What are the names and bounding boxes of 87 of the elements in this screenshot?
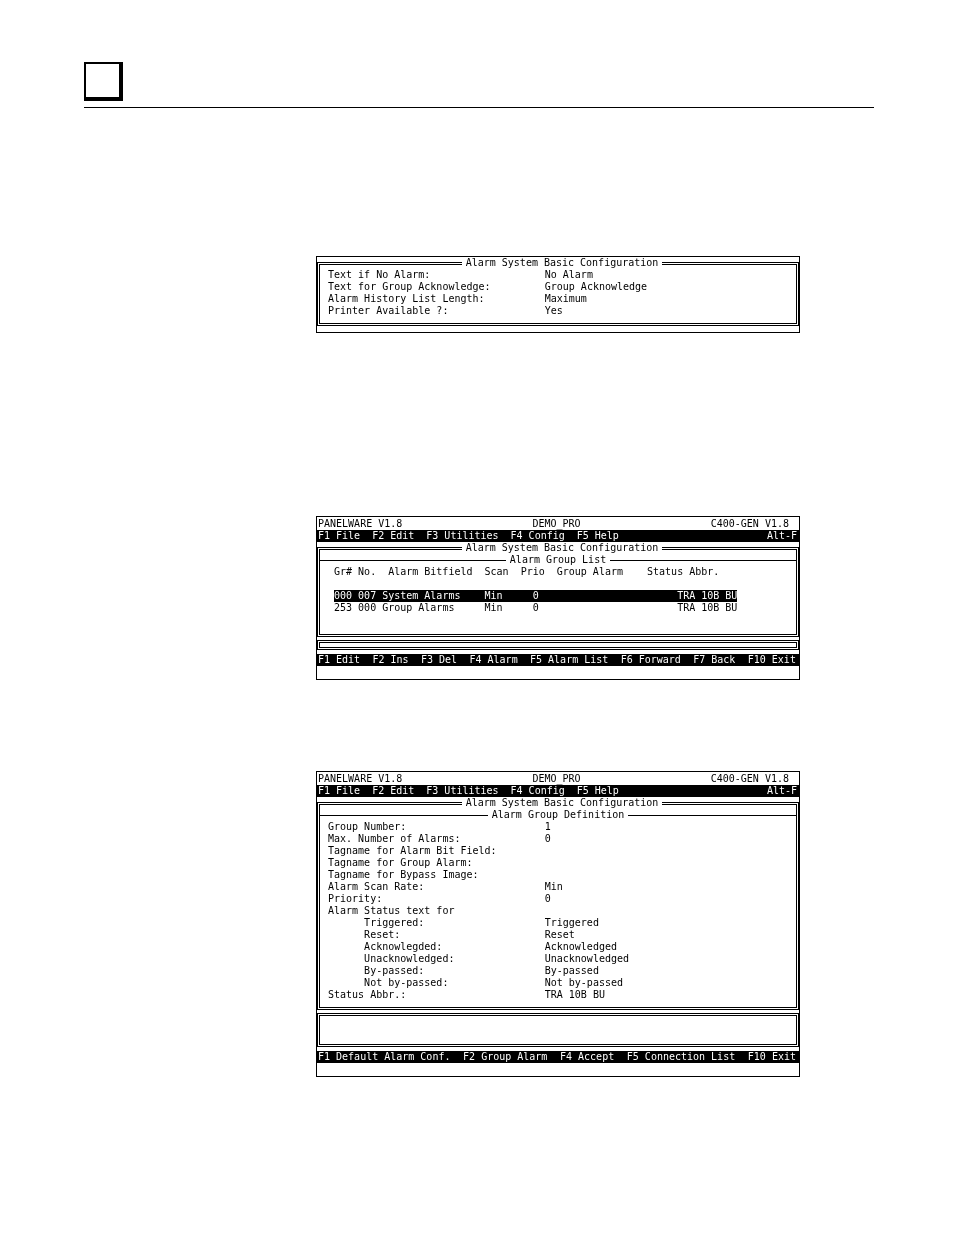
project-name: DEMO_PRO bbox=[532, 517, 581, 530]
table-cell-text: 000 007 System Alarms bbox=[334, 590, 462, 602]
field-value[interactable]: No Alarm bbox=[544, 269, 796, 281]
field-label: Max. Number of Alarms: bbox=[328, 833, 462, 845]
table-cell-text: 253 000 Group Alarms bbox=[334, 602, 456, 614]
field-value[interactable]: Group Acknowledge bbox=[544, 281, 796, 293]
menu-shortcut: Alt-F bbox=[766, 785, 797, 797]
menu-item[interactable]: F4 Config bbox=[510, 530, 565, 542]
column-header: Group Alarm bbox=[556, 566, 624, 578]
function-key[interactable]: F1 Default Alarm Conf. bbox=[318, 1051, 451, 1063]
app-title: PANELWARE V1.8 bbox=[318, 772, 403, 785]
table-cell: TRA 10B BU bbox=[677, 590, 738, 602]
function-key[interactable]: F4 Alarm bbox=[469, 654, 518, 666]
function-key[interactable]: F1 Edit bbox=[318, 654, 361, 666]
menu-item[interactable]: F3 Utilities bbox=[426, 785, 499, 797]
function-key[interactable]: F4 Accept bbox=[560, 1051, 615, 1063]
field-value[interactable]: Unacknowledged bbox=[544, 953, 796, 965]
dialog-title: Alarm System Basic Configuration bbox=[464, 257, 660, 269]
field-label: Priority: bbox=[328, 893, 384, 905]
menu-item[interactable]: F5 Help bbox=[576, 785, 619, 797]
table-cell: TRA 10B BU bbox=[677, 602, 738, 614]
field-label: Unacknowledged: bbox=[364, 953, 456, 965]
project-name: DEMO_PRO bbox=[532, 772, 581, 785]
function-key[interactable]: F3 Del bbox=[421, 654, 458, 666]
field-label: Acknowlegded: bbox=[364, 941, 444, 953]
dialog-title: Alarm System Basic Configuration bbox=[464, 797, 660, 809]
field-label: Alarm Status text for bbox=[328, 905, 456, 917]
column-header: Scan bbox=[484, 566, 510, 578]
field-value[interactable]: Maximum bbox=[544, 293, 796, 305]
column-header: Gr# No. bbox=[334, 566, 378, 578]
field-value[interactable]: Not by-passed bbox=[544, 977, 796, 989]
column-header: Status Abbr. bbox=[647, 566, 721, 578]
field-value[interactable]: Triggered bbox=[544, 917, 796, 929]
function-key[interactable]: F6 Forward bbox=[620, 654, 681, 666]
table-cell-text: Min bbox=[484, 602, 504, 614]
field-value[interactable]: By-passed bbox=[544, 965, 796, 977]
field-value[interactable]: 0 bbox=[544, 893, 796, 905]
column-header: Prio bbox=[520, 566, 546, 578]
table-cell-text: 0 bbox=[532, 602, 540, 614]
table-row[interactable]: 253 000 Group Alarms Min 0 TRA 10B BU bbox=[334, 602, 738, 614]
field-label: By-passed: bbox=[364, 965, 426, 977]
field-label: Tagname for Bypass Image: bbox=[328, 869, 480, 881]
column-header: Alarm Bitfield bbox=[388, 566, 474, 578]
menu-item[interactable]: F1 File bbox=[318, 530, 361, 542]
field-value[interactable]: Yes bbox=[544, 305, 796, 317]
function-key[interactable]: F2 Ins bbox=[372, 654, 409, 666]
table-cell-text: Min bbox=[484, 590, 504, 602]
menu-shortcut: Alt-F bbox=[766, 530, 797, 542]
field-value[interactable]: 0 bbox=[544, 833, 796, 845]
field-label: Status Abbr.: bbox=[328, 989, 408, 1001]
field-value[interactable]: Reset bbox=[544, 929, 796, 941]
field-value[interactable]: 1 bbox=[544, 821, 796, 833]
table-cell-text: 0 bbox=[532, 590, 540, 602]
function-key[interactable]: F10 Exit bbox=[747, 654, 796, 666]
menu-item[interactable]: F2 Edit bbox=[372, 530, 415, 542]
function-key[interactable]: F5 Connection List bbox=[626, 1051, 736, 1063]
field-label: Tagname for Group Alarm: bbox=[328, 857, 474, 869]
section-title: Alarm Group Definition bbox=[491, 809, 625, 821]
field-value[interactable]: Min bbox=[544, 881, 796, 893]
menu-item[interactable]: F3 Utilities bbox=[426, 530, 499, 542]
field-label: Not by-passed: bbox=[364, 977, 450, 989]
version-label: C400-GEN V1.8 bbox=[710, 772, 789, 785]
field-label: Text for Group Acknowledge: bbox=[328, 281, 492, 293]
field-label: Group Number: bbox=[328, 821, 408, 833]
table-row[interactable]: 000 007 System Alarms Min 0 TRA 10B BU bbox=[334, 590, 738, 602]
field-label: Reset: bbox=[364, 929, 402, 941]
field-value[interactable]: Acknowledged bbox=[544, 941, 796, 953]
field-label: Printer Available ?: bbox=[328, 305, 450, 317]
menu-item[interactable]: F2 Edit bbox=[372, 785, 415, 797]
menu-item[interactable]: F5 Help bbox=[576, 530, 619, 542]
field-label: Tagname for Alarm Bit Field: bbox=[328, 845, 498, 857]
section-title: Alarm Group List bbox=[509, 554, 607, 566]
function-key[interactable]: F7 Back bbox=[693, 654, 736, 666]
function-key[interactable]: F2 Group Alarm bbox=[463, 1051, 548, 1063]
menu-item[interactable]: F1 File bbox=[318, 785, 361, 797]
field-label: Alarm History List Length: bbox=[328, 293, 486, 305]
app-title: PANELWARE V1.8 bbox=[318, 517, 403, 530]
dialog-title: Alarm System Basic Configuration bbox=[464, 542, 660, 554]
menu-item[interactable]: F4 Config bbox=[510, 785, 565, 797]
function-key[interactable]: F10 Exit bbox=[747, 1051, 796, 1063]
field-label: Text if No Alarm: bbox=[328, 269, 432, 281]
function-key[interactable]: F5 Alarm List bbox=[530, 654, 609, 666]
version-label: C400-GEN V1.8 bbox=[710, 517, 789, 530]
field-label: Triggered: bbox=[364, 917, 426, 929]
field-value[interactable]: TRA 10B BU bbox=[544, 989, 796, 1001]
field-label: Alarm Scan Rate: bbox=[328, 881, 426, 893]
corner-square bbox=[84, 62, 123, 101]
